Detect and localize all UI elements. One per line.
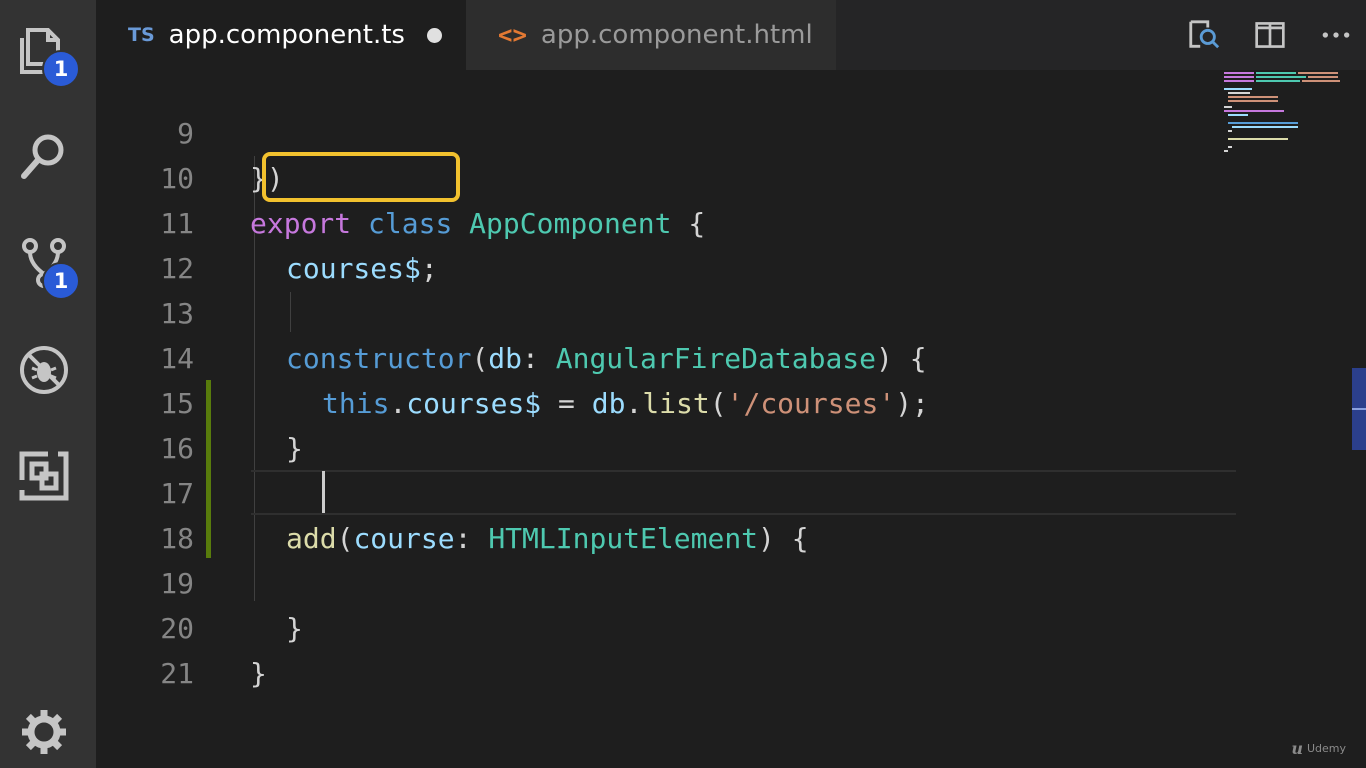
- editor-actions: [1166, 0, 1366, 70]
- code-line-14: 14 this.courses$ = db.list('/courses');: [96, 291, 1236, 420]
- code-line-18: 18: [96, 471, 1236, 555]
- scrollbar-cursor-marker: [1352, 408, 1366, 410]
- preview-search-icon: [1189, 20, 1220, 49]
- code-line-13: 13 constructor(db: AngularFireDatabase) …: [96, 246, 1236, 375]
- text-cursor: [322, 471, 325, 513]
- tab-label: app.component.ts: [168, 20, 405, 50]
- activity-bar: 1 1: [0, 0, 96, 768]
- vscode-window: 1 1 TS app.component.ts <> app.component…: [0, 0, 1366, 768]
- debug-icon: [20, 346, 68, 394]
- extensions-icon: [18, 450, 69, 501]
- udemy-logo-icon: u: [1291, 739, 1303, 758]
- watermark-text: Udemy: [1306, 742, 1346, 755]
- search-icon: [21, 134, 64, 179]
- typescript-file-icon: TS: [128, 24, 155, 46]
- settings-button[interactable]: [14, 702, 74, 762]
- line-number: 21: [160, 657, 194, 690]
- gear-icon: [22, 710, 66, 754]
- more-icon: [1322, 32, 1350, 38]
- extensions-button[interactable]: [14, 446, 74, 506]
- open-preview-button[interactable]: [1186, 17, 1222, 53]
- explorer-badge: 1: [42, 50, 80, 88]
- unsaved-dot-icon[interactable]: [426, 27, 442, 43]
- code-line-10: 10 export class AppComponent {: [96, 111, 1236, 240]
- annotation-highlight-box: [262, 152, 460, 202]
- code-line-21: 21: [96, 606, 1236, 690]
- code-token: }: [250, 657, 267, 690]
- split-editor-icon: [1255, 22, 1285, 48]
- code-editor[interactable]: 9 }) 10 export class AppComponent { 11 c…: [96, 70, 1366, 768]
- code-line-12: 12: [96, 201, 1236, 285]
- tab-app-component-ts[interactable]: TS app.component.ts: [96, 0, 466, 70]
- code-line-19: 19 }: [96, 516, 1236, 645]
- tab-app-component-html[interactable]: <> app.component.html: [466, 0, 836, 70]
- code-line-20: 20 }: [96, 561, 1236, 690]
- split-editor-button[interactable]: [1252, 17, 1288, 53]
- code-line-17: 17 add(course: HTMLInputElement) {: [96, 426, 1236, 555]
- code-line-16: 16: [96, 381, 1236, 465]
- search-button[interactable]: [14, 126, 74, 186]
- minimap[interactable]: [1224, 70, 1344, 170]
- udemy-watermark: u Udemy: [1291, 739, 1346, 758]
- debug-button[interactable]: [14, 340, 74, 400]
- tab-label: app.component.html: [540, 20, 813, 50]
- more-actions-button[interactable]: [1318, 17, 1354, 53]
- source-control-badge: 1: [42, 262, 80, 300]
- editor-tab-bar: TS app.component.ts <> app.component.htm…: [96, 0, 1366, 70]
- code-line-15: 15 }: [96, 336, 1236, 465]
- code-line-9: 9 }): [96, 66, 1236, 195]
- html-file-icon: <>: [498, 21, 527, 49]
